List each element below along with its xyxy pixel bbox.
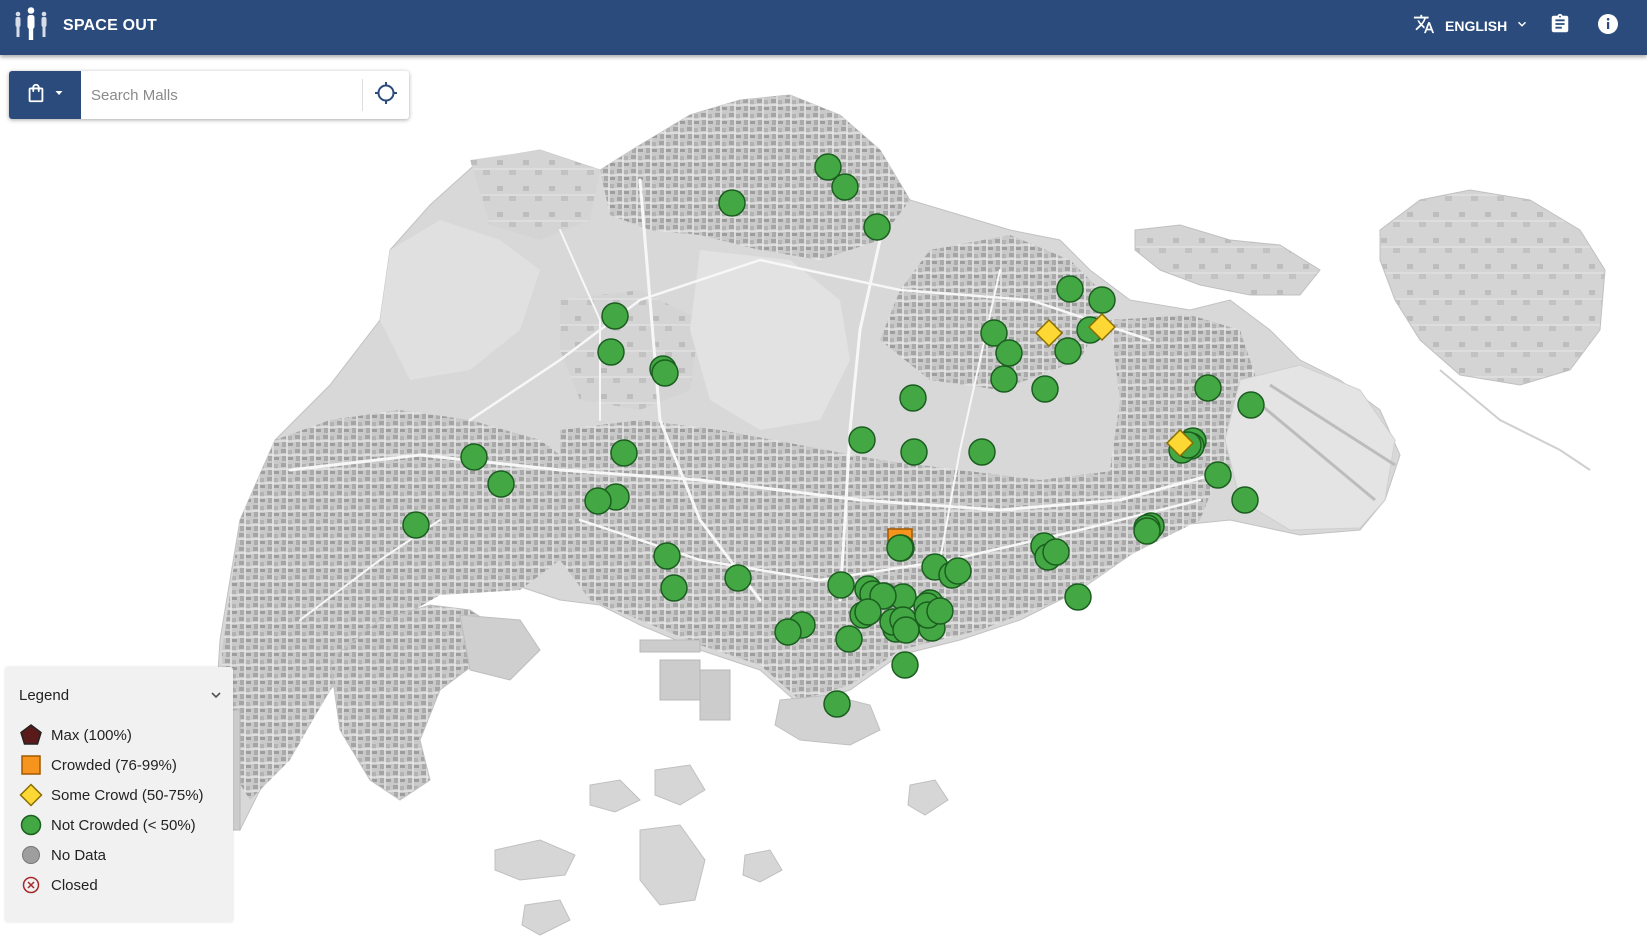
mall-marker-not-crowded[interactable]: [1231, 486, 1259, 514]
info-button[interactable]: [1596, 12, 1620, 40]
translate-icon: [1413, 13, 1435, 38]
shopping-bag-icon: [25, 81, 47, 110]
mall-marker-not-crowded[interactable]: [1042, 538, 1070, 566]
mall-marker-not-crowded[interactable]: [1204, 461, 1232, 489]
mall-marker-not-crowded[interactable]: [584, 487, 612, 515]
closed-x-icon: [19, 873, 43, 897]
language-selector[interactable]: ENGLISH: [1413, 13, 1529, 38]
legend-label: Some Crowd (50-75%): [51, 786, 204, 804]
mall-marker-not-crowded[interactable]: [891, 651, 919, 679]
mall-marker-not-crowded[interactable]: [823, 690, 851, 718]
mall-marker-not-crowded[interactable]: [848, 426, 876, 454]
mall-marker-not-crowded[interactable]: [1054, 337, 1082, 365]
app-title: SPACE OUT: [63, 16, 157, 34]
chevron-down-icon: [1515, 17, 1529, 34]
mall-marker-not-crowded[interactable]: [968, 438, 996, 466]
chevron-down-icon: [208, 687, 224, 708]
grey-circle-icon: [19, 843, 43, 867]
legend-label: Max (100%): [51, 726, 132, 744]
legend-item-no-data: No Data: [19, 843, 106, 867]
mall-marker-not-crowded[interactable]: [1064, 583, 1092, 611]
mall-marker-not-crowded[interactable]: [827, 571, 855, 599]
mall-marker-not-crowded[interactable]: [1031, 375, 1059, 403]
square-icon: [19, 753, 43, 777]
mall-marker-not-crowded[interactable]: [995, 339, 1023, 367]
mall-marker-not-crowded[interactable]: [460, 443, 488, 471]
legend-header[interactable]: Legend: [19, 687, 224, 707]
legend-item-some-crowd: Some Crowd (50-75%): [19, 783, 204, 807]
info-icon: [1596, 12, 1620, 41]
mall-marker-not-crowded[interactable]: [774, 618, 802, 646]
mall-marker-not-crowded[interactable]: [610, 439, 638, 467]
legend-item-not-crowded: Not Crowded (< 50%): [19, 813, 196, 837]
language-label: ENGLISH: [1445, 17, 1508, 34]
mall-marker-not-crowded[interactable]: [1056, 275, 1084, 303]
mall-marker-not-crowded[interactable]: [660, 574, 688, 602]
mall-marker-not-crowded[interactable]: [854, 598, 882, 626]
diamond-icon: [19, 783, 43, 807]
crosshair-icon: [374, 81, 398, 110]
people-icon: [12, 6, 50, 45]
legend-title: Legend: [19, 687, 70, 704]
legend-label: Crowded (76-99%): [51, 756, 177, 774]
mall-marker-not-crowded[interactable]: [718, 189, 746, 217]
legend-label: Closed: [51, 876, 98, 894]
mall-marker-not-crowded[interactable]: [892, 616, 920, 644]
mall-marker-not-crowded[interactable]: [487, 470, 515, 498]
clipboard-icon: [1549, 12, 1571, 41]
legend-label: No Data: [51, 846, 107, 864]
map-canvas[interactable]: [0, 55, 1647, 949]
legend-panel: Legend Max (100%) Crowded (76-99%) Some …: [5, 667, 233, 922]
circle-icon: [19, 813, 43, 837]
mall-marker-not-crowded[interactable]: [899, 384, 927, 412]
top-app-bar: SPACE OUT ENGLISH: [0, 0, 1647, 55]
mall-marker-not-crowded[interactable]: [863, 213, 891, 241]
mall-marker-not-crowded[interactable]: [653, 542, 681, 570]
mall-marker-not-crowded[interactable]: [597, 338, 625, 366]
mall-marker-not-crowded[interactable]: [1133, 517, 1161, 545]
mall-marker-not-crowded[interactable]: [1088, 286, 1116, 314]
mall-marker-not-crowded[interactable]: [831, 173, 859, 201]
mall-marker-not-crowded[interactable]: [944, 557, 972, 585]
caret-down-icon: [53, 86, 65, 104]
locate-button[interactable]: [363, 71, 409, 119]
legend-item-max: Max (100%): [19, 723, 132, 747]
legend-item-crowded: Crowded (76-99%): [19, 753, 177, 777]
mall-marker-not-crowded[interactable]: [724, 564, 752, 592]
mall-marker-not-crowded[interactable]: [601, 302, 629, 330]
mall-marker-not-crowded[interactable]: [1237, 391, 1265, 419]
map[interactable]: [0, 55, 1647, 949]
legend-item-closed: Closed: [19, 873, 98, 897]
category-dropdown-button[interactable]: [9, 71, 81, 119]
mall-marker-not-crowded[interactable]: [1194, 374, 1222, 402]
mall-marker-not-crowded[interactable]: [651, 359, 679, 387]
mall-marker-not-crowded[interactable]: [990, 365, 1018, 393]
mall-marker-not-crowded[interactable]: [900, 438, 928, 466]
brand[interactable]: SPACE OUT: [12, 6, 157, 45]
search-bar: [9, 71, 409, 119]
report-button[interactable]: [1548, 12, 1572, 40]
search-input[interactable]: [81, 71, 362, 119]
mall-marker-not-crowded[interactable]: [886, 534, 914, 562]
mall-marker-not-crowded[interactable]: [402, 511, 430, 539]
pentagon-icon: [19, 723, 43, 747]
mall-marker-not-crowded[interactable]: [835, 625, 863, 653]
legend-label: Not Crowded (< 50%): [51, 816, 196, 834]
mall-marker-not-crowded[interactable]: [926, 597, 954, 625]
